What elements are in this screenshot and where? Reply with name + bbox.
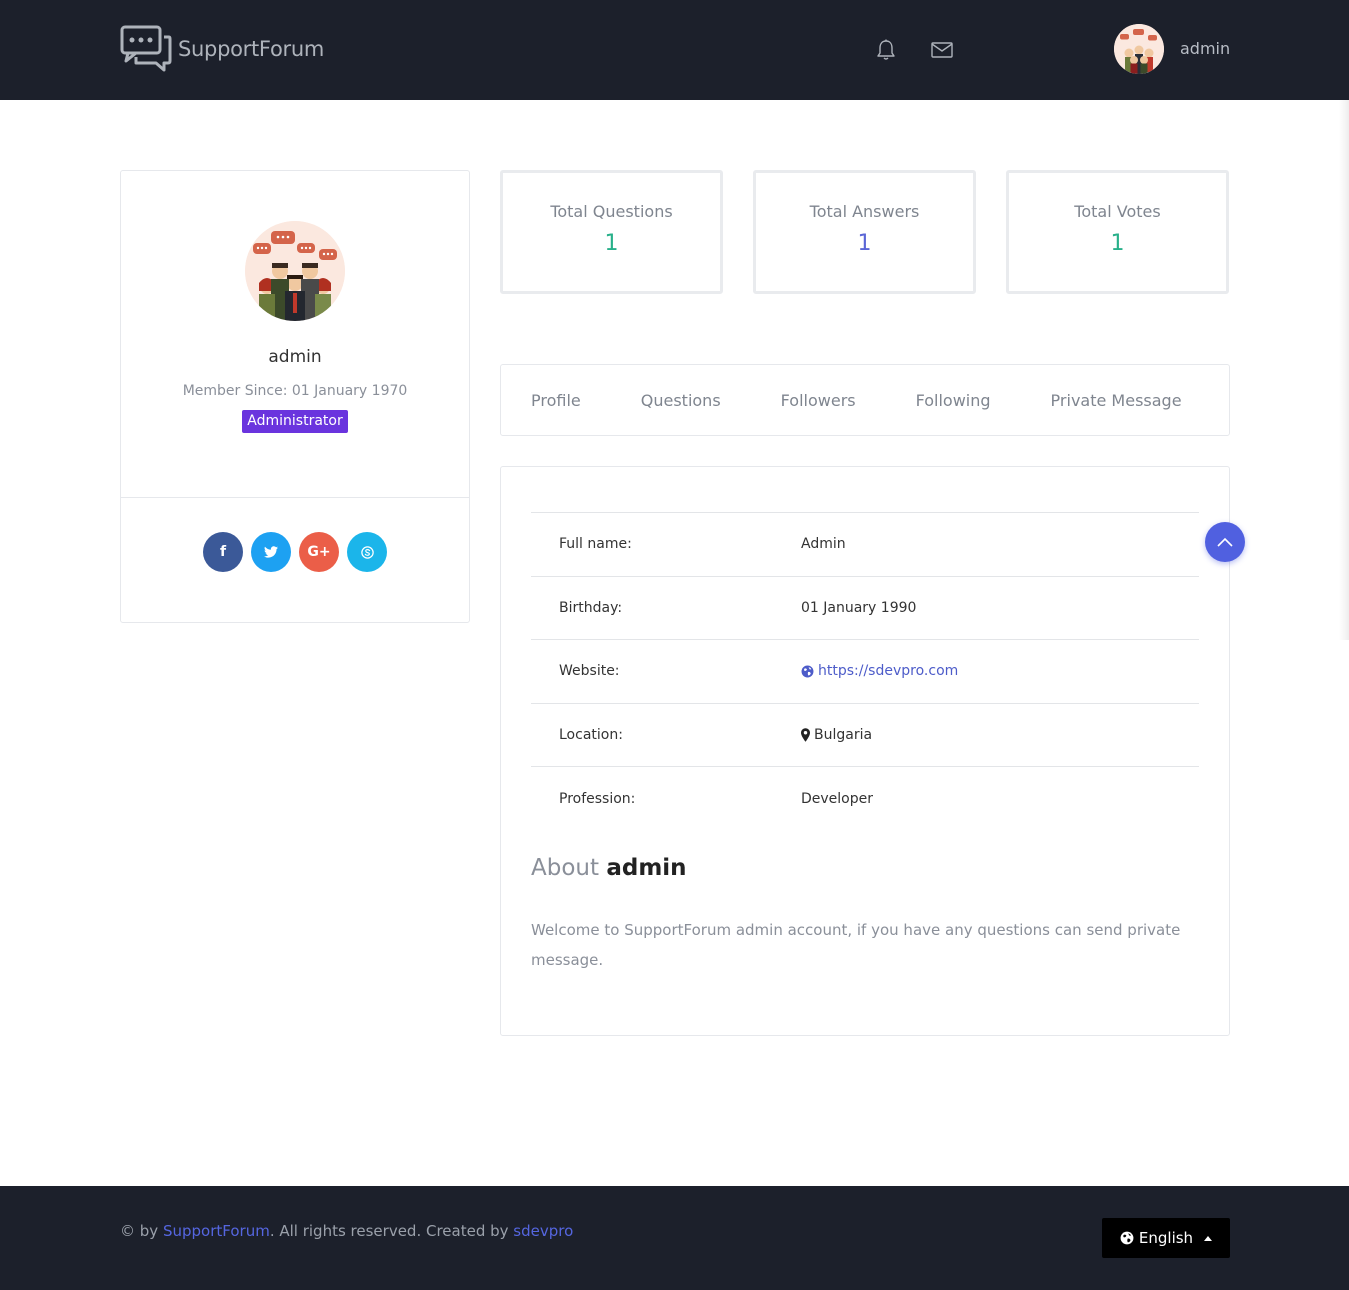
brand-name: SupportForum xyxy=(178,37,324,61)
twitter-button[interactable] xyxy=(251,532,291,572)
detail-row-birthday: Birthday: 01 January 1990 xyxy=(531,577,1199,640)
group-avatar-image xyxy=(245,221,345,321)
stat-label: Total Votes xyxy=(1074,202,1161,221)
mail-icon[interactable] xyxy=(930,38,954,62)
profile-name: admin xyxy=(268,347,322,367)
detail-row-website: Website: https://sdevpro.com xyxy=(531,640,1199,704)
caret-up-icon xyxy=(1204,1235,1213,1241)
detail-value: Developer xyxy=(801,790,874,807)
detail-value-wrap: Bulgaria xyxy=(801,727,872,743)
detail-label: Location: xyxy=(559,726,623,743)
map-marker-icon xyxy=(801,728,810,742)
tab-followers[interactable]: Followers xyxy=(781,391,856,410)
stat-total-answers: Total Answers 1 xyxy=(753,170,976,294)
about-text: Welcome to SupportForum admin account, i… xyxy=(531,921,1181,969)
language-selector[interactable]: English xyxy=(1102,1218,1230,1258)
about-heading: About admin xyxy=(531,855,687,881)
chevron-up-icon xyxy=(1217,537,1233,547)
stat-value: 1 xyxy=(604,231,619,256)
detail-label: Profession: xyxy=(559,790,636,807)
detail-label: Website: xyxy=(559,663,620,680)
skype-icon xyxy=(360,545,374,559)
divider xyxy=(121,497,469,498)
detail-value: Admin xyxy=(801,536,846,553)
group-avatar-image xyxy=(1114,24,1164,74)
stat-total-questions: Total Questions 1 xyxy=(500,170,723,294)
detail-value: 01 January 1990 xyxy=(801,599,917,616)
page-edge-shadow xyxy=(1339,100,1349,640)
website-link[interactable]: https://sdevpro.com xyxy=(818,663,958,679)
profile-tabs: Profile Questions Followers Following Pr… xyxy=(500,364,1230,436)
stat-label: Total Questions xyxy=(550,202,673,221)
profile-avatar xyxy=(245,221,345,321)
profile-card: admin Member Since: 01 January 1970 Admi… xyxy=(120,170,470,623)
detail-row-location: Location: Bulgaria xyxy=(531,704,1199,767)
top-navbar: SupportForum admin xyxy=(0,0,1349,100)
header-username[interactable]: admin xyxy=(1180,39,1230,58)
social-links: f G+ xyxy=(203,532,387,572)
stat-label: Total Answers xyxy=(809,202,920,221)
tab-following[interactable]: Following xyxy=(916,391,991,410)
profile-details: Full name: Admin Birthday: 01 January 19… xyxy=(500,466,1230,1036)
stat-value: 1 xyxy=(857,231,872,256)
tab-private-message[interactable]: Private Message xyxy=(1051,391,1182,410)
role-badge-wrap: Administrator xyxy=(121,410,469,433)
footer: © by SupportForum. All rights reserved. … xyxy=(0,1186,1349,1290)
role-badge: Administrator xyxy=(242,410,348,433)
bell-icon[interactable] xyxy=(874,38,898,62)
author-link[interactable]: sdevpro xyxy=(513,1222,573,1240)
detail-row-full-name: Full name: Admin xyxy=(531,513,1199,577)
globe-icon xyxy=(1120,1231,1134,1245)
brand-link[interactable]: SupportForum xyxy=(163,1222,270,1240)
stat-value: 1 xyxy=(1110,231,1125,256)
facebook-icon: f xyxy=(219,544,227,560)
copyright-text: © by SupportForum. All rights reserved. … xyxy=(120,1222,573,1240)
brand-logo[interactable]: SupportForum xyxy=(120,25,324,73)
language-label: English xyxy=(1138,1229,1194,1247)
globe-icon xyxy=(801,665,814,678)
chat-bubbles-icon xyxy=(120,25,172,72)
copyright-prefix: © by xyxy=(120,1222,159,1240)
detail-label: Full name: xyxy=(559,536,632,553)
stat-total-votes: Total Votes 1 xyxy=(1006,170,1229,294)
detail-value: Bulgaria xyxy=(814,726,873,743)
facebook-button[interactable]: f xyxy=(203,532,243,572)
twitter-icon xyxy=(264,546,278,558)
detail-row-profession: Profession: Developer xyxy=(531,767,1199,831)
scroll-top-button[interactable] xyxy=(1205,522,1245,562)
detail-label: Birthday: xyxy=(559,599,623,616)
google-plus-icon: G+ xyxy=(307,544,331,560)
detail-value-wrap: https://sdevpro.com xyxy=(801,663,958,679)
skype-button[interactable] xyxy=(347,532,387,572)
about-prefix: About xyxy=(531,855,600,881)
user-avatar[interactable] xyxy=(1114,24,1164,74)
member-since: Member Since: 01 January 1970 xyxy=(182,383,408,399)
about-name: admin xyxy=(606,855,687,881)
details-table: Full name: Admin Birthday: 01 January 19… xyxy=(531,512,1199,831)
tab-profile[interactable]: Profile xyxy=(531,391,581,410)
copyright-middle: . All rights reserved. Created by xyxy=(269,1222,509,1240)
tab-questions[interactable]: Questions xyxy=(641,391,721,410)
google-plus-button[interactable]: G+ xyxy=(299,532,339,572)
